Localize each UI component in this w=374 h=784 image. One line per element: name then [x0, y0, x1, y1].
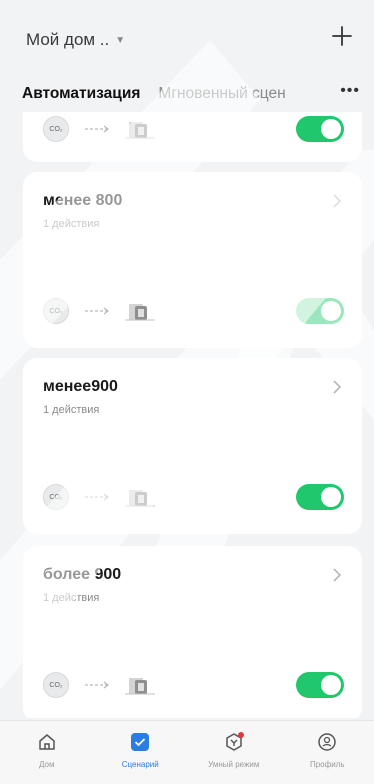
co2-sensor-icon: CO₂: [43, 298, 69, 324]
chevron-right-icon[interactable]: [330, 378, 344, 396]
automation-toggle[interactable]: [296, 116, 344, 142]
arrow-icon: [85, 125, 109, 133]
home-selector[interactable]: Мой дом .. ▼: [26, 30, 125, 50]
nav-scenario[interactable]: Сценарий: [100, 731, 180, 769]
add-scene-button[interactable]: [328, 22, 356, 50]
condition-action-flow: CO₂: [43, 116, 155, 142]
arrow-icon: [85, 307, 109, 315]
smart-mode-icon: [226, 732, 244, 751]
automation-card[interactable]: менее900 1 действия CO₂: [23, 358, 362, 534]
header: Мой дом .. ▼: [0, 0, 374, 70]
arrow-icon: [85, 493, 109, 501]
home-name: Мой дом ..: [26, 30, 110, 49]
scenario-icon: [131, 733, 150, 751]
automation-title: более 900: [43, 566, 122, 583]
nav-label: Умный режим: [208, 760, 260, 769]
tab-instant-scene[interactable]: Мгновенный сцен: [158, 85, 285, 103]
automation-title: менее 800: [43, 192, 123, 209]
chevron-right-icon[interactable]: [330, 192, 344, 210]
automation-subtitle: 1 действия: [43, 218, 100, 230]
condition-action-flow: CO₂: [43, 298, 155, 324]
automation-card[interactable]: менее 800 1 действия CO₂: [23, 172, 362, 348]
automation-toggle[interactable]: [296, 298, 344, 324]
nav-profile[interactable]: Профиль: [287, 731, 367, 769]
automation-card[interactable]: CO₂: [23, 112, 362, 162]
automation-toggle[interactable]: [296, 484, 344, 510]
caret-down-icon: ▼: [115, 34, 126, 46]
bottom-navigation: Дом Сценарий Умный режим Профиль: [0, 720, 374, 784]
device-icon: [125, 678, 155, 695]
tab-fade: [298, 80, 336, 108]
scene-tabs: Автоматизация Мгновенный сцен •••: [22, 80, 362, 108]
device-icon: [125, 490, 155, 507]
condition-action-flow: CO₂: [43, 484, 155, 510]
home-icon: [39, 734, 55, 750]
automation-list: CO₂ менее 800 1 действия CO₂ менее900 1 …: [23, 112, 362, 718]
co2-sensor-icon: CO₂: [43, 672, 69, 698]
automation-subtitle: 1 действия: [43, 404, 100, 416]
co2-sensor-icon: CO₂: [43, 116, 69, 142]
automation-subtitle: 1 действия: [43, 592, 100, 604]
condition-action-flow: CO₂: [43, 672, 155, 698]
nav-smart-mode[interactable]: Умный режим: [194, 731, 274, 769]
profile-icon: [318, 733, 336, 751]
more-icon[interactable]: •••: [340, 82, 360, 100]
nav-label: Сценарий: [121, 760, 159, 769]
nav-home[interactable]: Дом: [7, 731, 87, 769]
nav-label: Профиль: [309, 760, 345, 769]
automation-title: менее900: [43, 378, 118, 395]
nav-label: Дом: [39, 760, 55, 769]
chevron-right-icon[interactable]: [330, 566, 344, 584]
device-icon: [125, 304, 155, 321]
co2-sensor-icon: CO₂: [43, 484, 69, 510]
automation-toggle[interactable]: [296, 672, 344, 698]
arrow-icon: [85, 681, 109, 689]
device-icon: [125, 122, 155, 139]
tab-automation[interactable]: Автоматизация: [22, 85, 140, 103]
plus-icon: [332, 26, 352, 46]
automation-card[interactable]: более 900 1 действия CO₂: [23, 546, 362, 718]
